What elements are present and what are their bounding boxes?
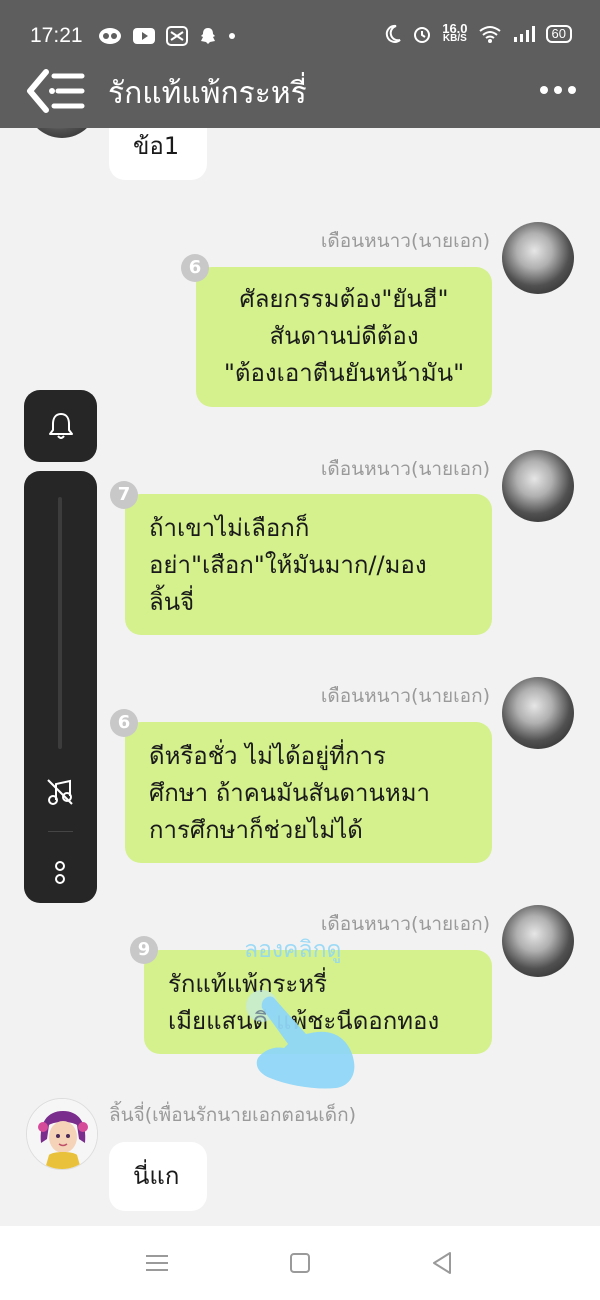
message-bubble-6[interactable]: นี่แก <box>109 1142 207 1211</box>
status-bar: 17:21 16.0 KB/S 60 <box>0 22 600 54</box>
side-control-panel <box>24 471 97 903</box>
message-text-line: สันดานบ่ดีต้อง <box>269 322 419 350</box>
message-text-line: ศัลยกรรมต้อง"ยันฮี" <box>239 285 449 313</box>
sender-avatar[interactable] <box>502 450 574 522</box>
system-navigation-bar <box>0 1226 600 1300</box>
home-square-icon[interactable] <box>285 1248 315 1278</box>
back-menu-icon[interactable] <box>24 68 88 114</box>
sender-name: เดือนหนาว(นายเอก) <box>320 230 490 252</box>
status-time: 17:21 <box>30 24 83 47</box>
message-bubble-2[interactable]: ศัลยกรรมต้อง"ยันฮี" สันดานบ่ดีต้อง "ต้อง… <box>196 267 492 407</box>
level-badge: 7 <box>110 481 138 509</box>
owl-app-icon <box>99 28 121 44</box>
sender-avatar[interactable] <box>502 677 574 749</box>
sender-name: เดือนหนาว(นายเอก) <box>320 685 490 707</box>
youtube-icon <box>133 28 155 44</box>
sender-avatar[interactable] <box>502 905 574 977</box>
message-text-line: ดีหรือชั่ว ไม่ได้อยู่ที่การ <box>149 742 386 770</box>
network-speed: 16.0 KB/S <box>442 22 467 44</box>
message-text-line: "ต้องเอาตีนยันหน้ามัน" <box>223 359 465 387</box>
message-text-line: ถ้าเขาไม่เลือกก็ <box>149 514 310 542</box>
message-text-line: ลิ้นจี่ <box>149 588 195 616</box>
menu-icon[interactable] <box>142 1248 172 1278</box>
dot-icon <box>229 33 235 39</box>
chat-title: รักแท้แพ้กระหรี่ <box>108 76 307 111</box>
signal-icon <box>513 26 535 42</box>
volume-slider-track[interactable] <box>58 497 62 749</box>
sender-avatar-lychee[interactable] <box>26 1098 98 1170</box>
sender-name: เดือนหนาว(นายเอก) <box>320 913 490 935</box>
snapchat-ghost-icon <box>201 28 215 44</box>
alarm-icon <box>414 27 431 43</box>
level-badge: 6 <box>110 709 138 737</box>
music-off-icon[interactable] <box>44 776 76 808</box>
more-dots-icon <box>540 86 548 94</box>
more-options-button[interactable] <box>538 80 578 100</box>
notification-toggle[interactable] <box>24 390 97 462</box>
bell-icon <box>49 413 73 439</box>
moon-icon <box>386 24 401 43</box>
chat-header: รักแท้แพ้กระหรี่ <box>0 60 600 122</box>
sender-name: ลิ้นจี่(เพื่อนรักนายเอกตอนเด็ก) <box>109 1104 356 1126</box>
network-speed-unit: KB/S <box>442 33 467 44</box>
wifi-icon <box>478 26 501 43</box>
tap-hand-icon <box>246 990 355 1089</box>
message-text: ข้อ1 <box>133 132 180 160</box>
message-text-line: การศึกษาก็ช่วยไม่ได้ <box>149 816 363 844</box>
side-panel-divider <box>48 831 73 832</box>
message-text-line: อย่า"เสือก"ให้มันมาก//มอง <box>149 551 427 579</box>
tap-hint-text: ลองคลิกดู <box>244 937 342 963</box>
anime-girl-avatar-icon <box>27 1099 97 1169</box>
sender-name: เดือนหนาว(นายเอก) <box>320 458 490 480</box>
top-bar: 17:21 16.0 KB/S 60 รักแท้แพ้กระหรี่ <box>0 0 600 128</box>
more-dots-icon <box>568 86 576 94</box>
message-text: นี่แก <box>133 1162 180 1190</box>
more-vertical-icon[interactable] <box>52 860 68 886</box>
capcut-icon <box>166 26 188 46</box>
back-triangle-icon[interactable] <box>428 1248 458 1278</box>
battery-indicator: 60 <box>545 25 572 43</box>
level-badge: 6 <box>181 254 209 282</box>
sender-avatar[interactable] <box>502 222 574 294</box>
level-badge: 9 <box>130 936 158 964</box>
message-text-line: ศึกษา ถ้าคนมันสันดานหมา <box>149 779 431 807</box>
message-bubble-3[interactable]: ถ้าเขาไม่เลือกก็ อย่า"เสือก"ให้มันมาก//ม… <box>125 494 492 635</box>
more-dots-icon <box>554 86 562 94</box>
message-bubble-4[interactable]: ดีหรือชั่ว ไม่ได้อยู่ที่การ ศึกษา ถ้าคนม… <box>125 722 492 863</box>
